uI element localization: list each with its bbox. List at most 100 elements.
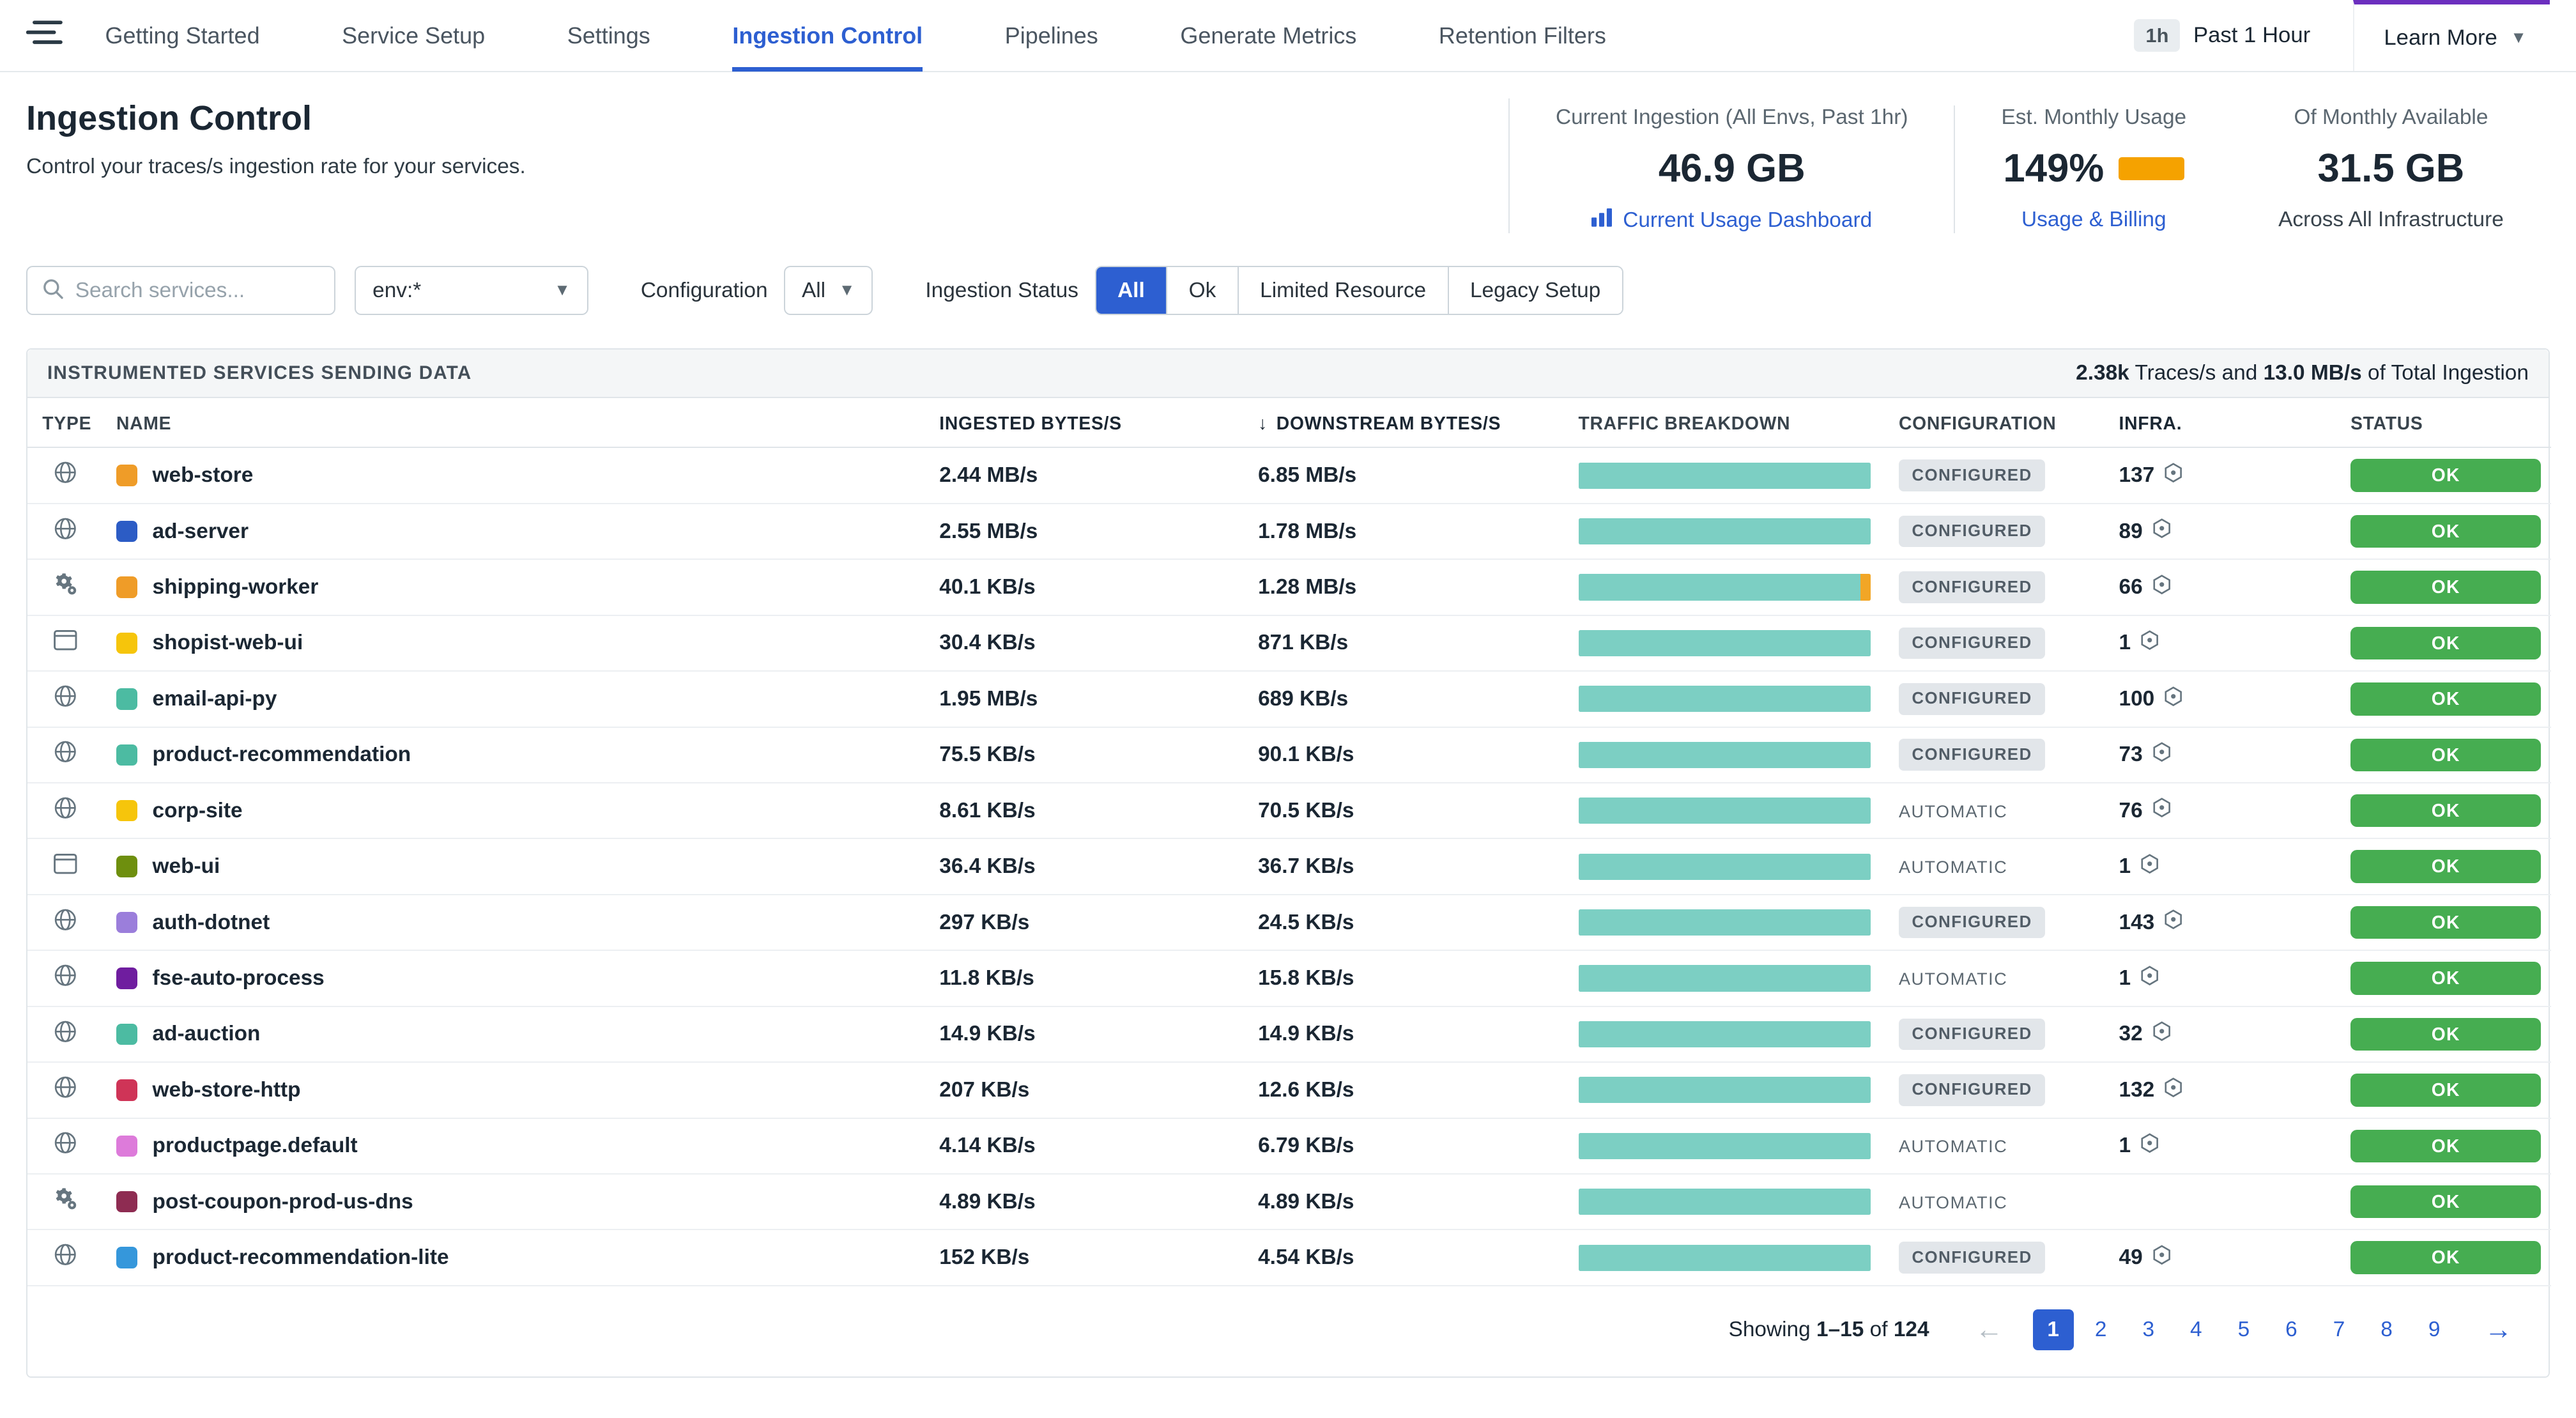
traffic-segment [1579,742,1871,768]
service-row[interactable]: ad-auction14.9 KB/s14.9 KB/sCONFIGURED32… [27,1006,2551,1062]
ingestion-status-option-ok[interactable]: Ok [1166,267,1238,314]
page-button-1[interactable]: 1 [2033,1309,2074,1350]
column-header-name[interactable]: NAME [103,398,924,448]
env-filter-select[interactable]: env:* ▼ [355,266,588,315]
column-header-infra[interactable]: INFRA. [2104,398,2336,448]
service-name[interactable]: ad-auction [153,1022,261,1046]
ingested-bytes-cell: 2.44 MB/s [924,447,1243,503]
type-cell [27,504,103,559]
page-button-3[interactable]: 3 [2128,1309,2169,1350]
infra-count: 89 [2119,520,2143,544]
page-button-7[interactable]: 7 [2319,1309,2359,1350]
tab-ingestion-control[interactable]: Ingestion Control [732,0,923,72]
time-range-badge[interactable]: 1h [2134,19,2180,52]
page-button-8[interactable]: 8 [2366,1309,2407,1350]
traffic-breakdown-bar [1579,686,1871,712]
current-usage-dashboard-link[interactable]: Current Usage Dashboard [1556,208,1908,233]
page-button-9[interactable]: 9 [2414,1309,2455,1350]
configuration-cell: CONFIGURED [1884,727,2104,783]
column-header-downstream-bytes-s[interactable]: ↓ DOWNSTREAM BYTES/S [1243,398,1563,448]
service-name[interactable]: product-recommendation-lite [153,1245,449,1270]
service-row[interactable]: shopist-web-ui30.4 KB/s871 KB/sCONFIGURE… [27,615,2551,671]
search-box[interactable] [26,266,335,315]
service-color-swatch [116,465,137,486]
service-row[interactable]: productpage.default4.14 KB/s6.79 KB/sAUT… [27,1118,2551,1174]
next-page-arrow-icon[interactable]: → [2471,1314,2526,1346]
infra-cell: 132 [2104,1062,2336,1118]
tab-retention-filters[interactable]: Retention Filters [1439,0,1606,72]
status-cell: OK [2336,504,2551,559]
header-left: Ingestion Control Control your traces/s … [26,98,526,233]
service-name[interactable]: email-api-py [153,687,277,711]
column-header-ingested-bytes-s[interactable]: INGESTED BYTES/S [924,398,1243,448]
search-input[interactable] [75,279,319,303]
menu-button[interactable] [26,19,63,52]
column-header-configuration[interactable]: CONFIGURATION [1884,398,2104,448]
service-name[interactable]: fse-auto-process [153,966,325,990]
page-button-6[interactable]: 6 [2271,1309,2312,1350]
page-button-5[interactable]: 5 [2223,1309,2264,1350]
status-cell: OK [2336,1118,2551,1174]
service-row[interactable]: ad-server2.55 MB/s1.78 MB/sCONFIGURED89O… [27,504,2551,559]
ingestion-stats-panel: Current Ingestion (All Envs, Past 1hr) 4… [1508,98,2550,233]
service-row[interactable]: post-coupon-prod-us-dns4.89 KB/s4.89 KB/… [27,1174,2551,1229]
service-name[interactable]: auth-dotnet [153,911,270,935]
status-cell: OK [2336,838,2551,894]
service-name[interactable]: corp-site [153,799,243,823]
tab-getting-started[interactable]: Getting Started [105,0,260,72]
configuration-filter-select[interactable]: All ▼ [784,266,873,315]
status-badge: OK [2350,459,2541,491]
previous-page-arrow-icon[interactable]: ← [1962,1314,2016,1346]
tab-settings[interactable]: Settings [567,0,650,72]
configuration-cell: AUTOMATIC [1884,838,2104,894]
column-header-type[interactable]: TYPE [27,398,103,448]
service-row[interactable]: email-api-py1.95 MB/s689 KB/sCONFIGURED1… [27,671,2551,727]
host-icon [2163,1077,2184,1104]
tab-service-setup[interactable]: Service Setup [342,0,485,72]
column-header-traffic-breakdown[interactable]: TRAFFIC BREAKDOWN [1563,398,1883,448]
service-row[interactable]: product-recommendation-lite152 KB/s4.54 … [27,1229,2551,1285]
type-cell [27,838,103,894]
downstream-bytes-cell: 6.79 KB/s [1243,1118,1563,1174]
service-row[interactable]: shipping-worker40.1 KB/s1.28 MB/sCONFIGU… [27,559,2551,615]
tab-pipelines[interactable]: Pipelines [1005,0,1098,72]
service-row[interactable]: web-store-http207 KB/s12.6 KB/sCONFIGURE… [27,1062,2551,1118]
downstream-bytes-cell: 15.8 KB/s [1243,950,1563,1006]
traffic-breakdown-bar [1579,742,1871,768]
column-header-status[interactable]: STATUS [2336,398,2551,448]
traffic-breakdown-bar [1579,965,1871,991]
service-name[interactable]: post-coupon-prod-us-dns [153,1190,413,1214]
infra-count: 1 [2119,1134,2131,1158]
services-table-head-row: TYPENAMEINGESTED BYTES/S↓ DOWNSTREAM BYT… [27,398,2551,448]
page-button-2[interactable]: 2 [2080,1309,2121,1350]
service-name[interactable]: product-recommendation [153,743,411,767]
service-row[interactable]: web-ui36.4 KB/s36.7 KB/sAUTOMATIC1OK [27,838,2551,894]
service-name[interactable]: shopist-web-ui [153,631,303,655]
learn-more-button[interactable]: Learn More ▼ [2353,0,2550,71]
tab-generate-metrics[interactable]: Generate Metrics [1180,0,1356,72]
service-row[interactable]: auth-dotnet297 KB/s24.5 KB/sCONFIGURED14… [27,895,2551,950]
service-row[interactable]: corp-site8.61 KB/s70.5 KB/sAUTOMATIC76OK [27,783,2551,838]
stat-monthly-available: Of Monthly Available 31.5 GB Across All … [2232,105,2550,233]
service-name[interactable]: web-store-http [153,1078,301,1102]
ingestion-status-option-all[interactable]: All [1096,267,1167,314]
service-row[interactable]: web-store2.44 MB/s6.85 MB/sCONFIGURED137… [27,447,2551,503]
service-name[interactable]: shipping-worker [153,575,319,599]
service-name[interactable]: productpage.default [153,1134,358,1158]
ingestion-status-option-legacy-setup[interactable]: Legacy Setup [1448,267,1622,314]
configured-badge: CONFIGURED [1899,1019,2045,1051]
service-row[interactable]: product-recommendation75.5 KB/s90.1 KB/s… [27,727,2551,783]
page-button-4[interactable]: 4 [2175,1309,2216,1350]
ingestion-status-option-limited-resource[interactable]: Limited Resource [1238,267,1448,314]
service-row[interactable]: fse-auto-process11.8 KB/s15.8 KB/sAUTOMA… [27,950,2551,1006]
service-name[interactable]: web-store [153,463,254,488]
time-range-label[interactable]: Past 1 Hour [2193,23,2310,48]
status-cell: OK [2336,559,2551,615]
downstream-bytes-cell: 14.9 KB/s [1243,1006,1563,1062]
service-name[interactable]: ad-server [153,520,249,544]
name-cell: fse-auto-process [103,950,924,1006]
usage-billing-link[interactable]: Usage & Billing [2001,208,2186,232]
status-cell: OK [2336,1006,2551,1062]
service-name[interactable]: web-ui [153,854,220,879]
name-cell: product-recommendation [103,727,924,783]
